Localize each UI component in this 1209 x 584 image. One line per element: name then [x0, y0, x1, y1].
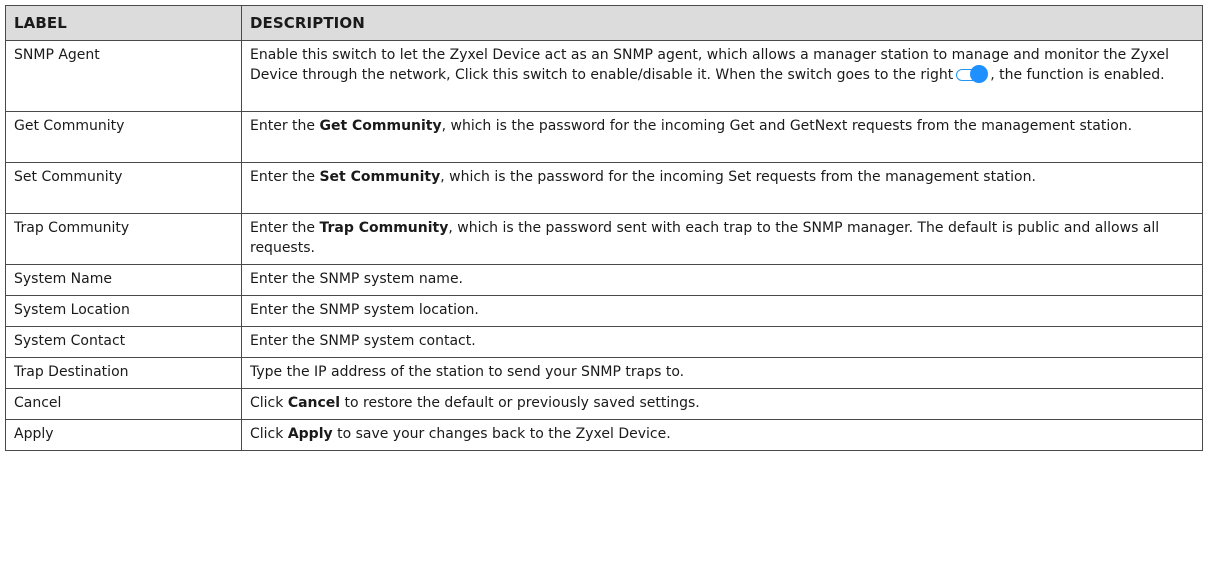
table-row: Apply Click Apply to save your changes b… — [5, 419, 1203, 451]
description-text: Click — [250, 426, 288, 442]
description-text: Enter the — [250, 169, 320, 185]
table-row: System Contact Enter the SNMP system con… — [5, 326, 1203, 358]
row-label: System Name — [5, 264, 242, 296]
description-text: Click — [250, 395, 288, 411]
row-description: Enter the Set Community, which is the pa… — [241, 162, 1203, 214]
table-row: System Location Enter the SNMP system lo… — [5, 295, 1203, 327]
row-description: Click Cancel to restore the default or p… — [241, 388, 1203, 420]
row-description: Enter the Get Community, which is the pa… — [241, 111, 1203, 163]
description-text-end: to save your changes back to the Zyxel D… — [332, 426, 671, 442]
table-row: Trap Community Enter the Trap Community,… — [5, 213, 1203, 265]
table-row: System Name Enter the SNMP system name. — [5, 264, 1203, 296]
description-bold-term: Set Community — [319, 169, 441, 185]
description-text: Enter the — [250, 220, 320, 236]
row-description: Enter the Trap Community, which is the p… — [241, 213, 1203, 265]
description-bold-term: Trap Community — [319, 220, 449, 236]
description-text-end: , which is the password for the incoming… — [440, 169, 1036, 185]
row-label: Trap Destination — [5, 357, 242, 389]
description-text: Enter the — [250, 118, 320, 134]
label-column-header: LABEL — [5, 5, 242, 41]
description-column-header: DESCRIPTION — [241, 5, 1203, 41]
field-description-table: LABEL DESCRIPTION SNMP Agent Enable this… — [5, 5, 1203, 451]
table-row: Trap Destination Type the IP address of … — [5, 357, 1203, 389]
row-label: System Location — [5, 295, 242, 327]
description-text-end: , which is the password for the incoming… — [441, 118, 1133, 134]
description-bold-term: Apply — [287, 426, 333, 442]
row-description: Enter the SNMP system location. — [241, 295, 1203, 327]
table-header-row: LABEL DESCRIPTION — [5, 5, 1203, 41]
row-label: SNMP Agent — [5, 40, 242, 112]
row-label: Cancel — [5, 388, 242, 420]
description-bold-term: Cancel — [287, 395, 341, 411]
description-bold-term: Get Community — [319, 118, 442, 134]
toggle-switch-on-icon — [956, 65, 989, 83]
row-description: Click Apply to save your changes back to… — [241, 419, 1203, 451]
row-description: Enable this switch to let the Zyxel Devi… — [241, 40, 1203, 112]
table-row: Set Community Enter the Set Community, w… — [5, 162, 1203, 214]
row-description: Type the IP address of the station to se… — [241, 357, 1203, 389]
row-description: Enter the SNMP system name. — [241, 264, 1203, 296]
row-description: Enter the SNMP system contact. — [241, 326, 1203, 358]
row-label: System Contact — [5, 326, 242, 358]
description-text-end: , the function is enabled. — [990, 67, 1165, 83]
row-label: Trap Community — [5, 213, 242, 265]
description-text-end: to restore the default or previously sav… — [340, 395, 700, 411]
row-label: Get Community — [5, 111, 242, 163]
row-label: Apply — [5, 419, 242, 451]
table-row: Cancel Click Cancel to restore the defau… — [5, 388, 1203, 420]
table-row: SNMP Agent Enable this switch to let the… — [5, 40, 1203, 112]
table-row: Get Community Enter the Get Community, w… — [5, 111, 1203, 163]
row-label: Set Community — [5, 162, 242, 214]
